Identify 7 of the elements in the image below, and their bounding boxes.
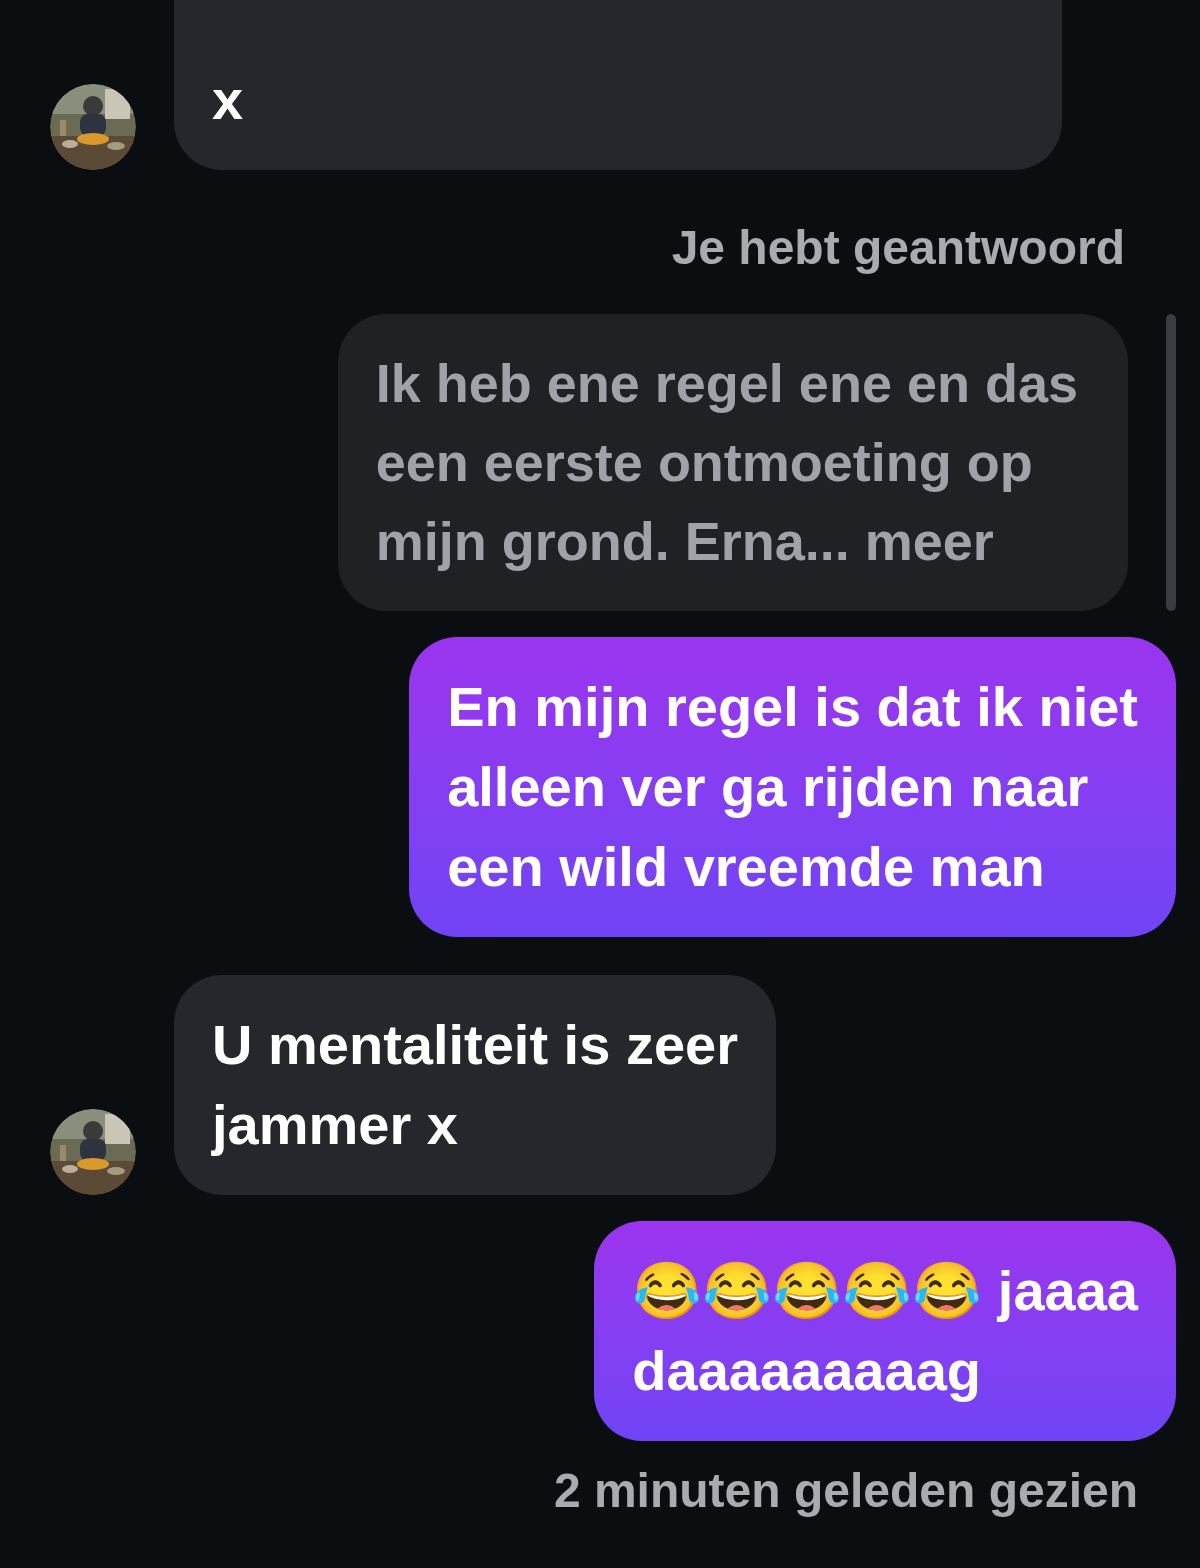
seen-status: 2 minuten geleden gezien [553, 1463, 1138, 1519]
quoted-message: Ik heb ene regel ene en das een eerste ontmoeting op mijn grond. Erna... meer [337, 314, 1128, 611]
message-bubble: En mijn regel is dat ik niet alleen ver ga rijden naar een wild vreemde man [409, 637, 1176, 937]
reply-status: Je hebt geantwoord [671, 220, 1125, 276]
message-bubble: x [174, 0, 1062, 170]
message-bubble: U mentaliteit is zeer jammer x [174, 975, 776, 1195]
message-bubble: 😂😂😂😂😂 jaaaa daaaaaaaaag [594, 1221, 1176, 1441]
